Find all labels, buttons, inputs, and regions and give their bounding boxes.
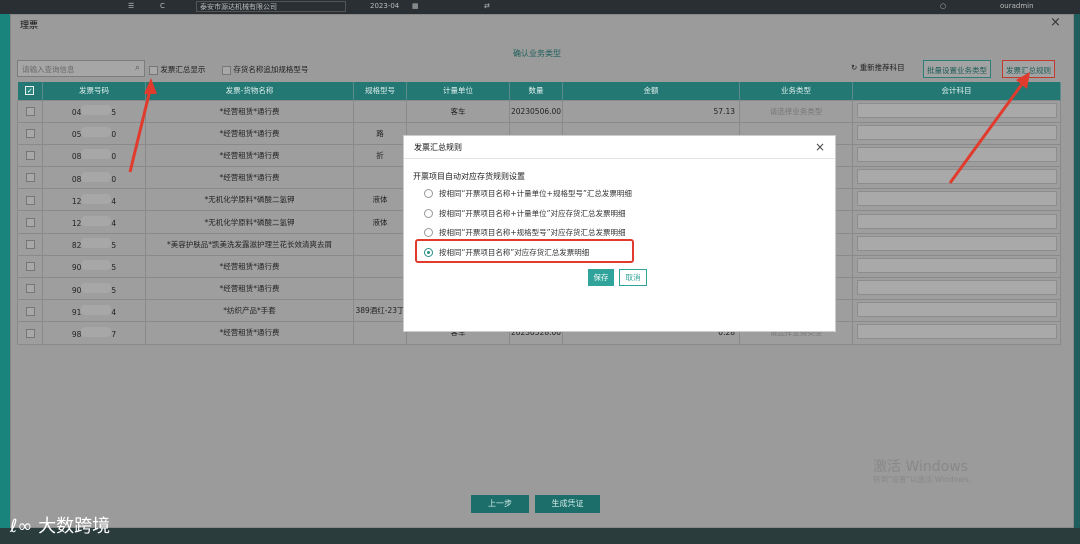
arrow-right (948, 72, 1030, 184)
arrow-left (128, 78, 157, 173)
annotation-arrows (128, 72, 1030, 184)
